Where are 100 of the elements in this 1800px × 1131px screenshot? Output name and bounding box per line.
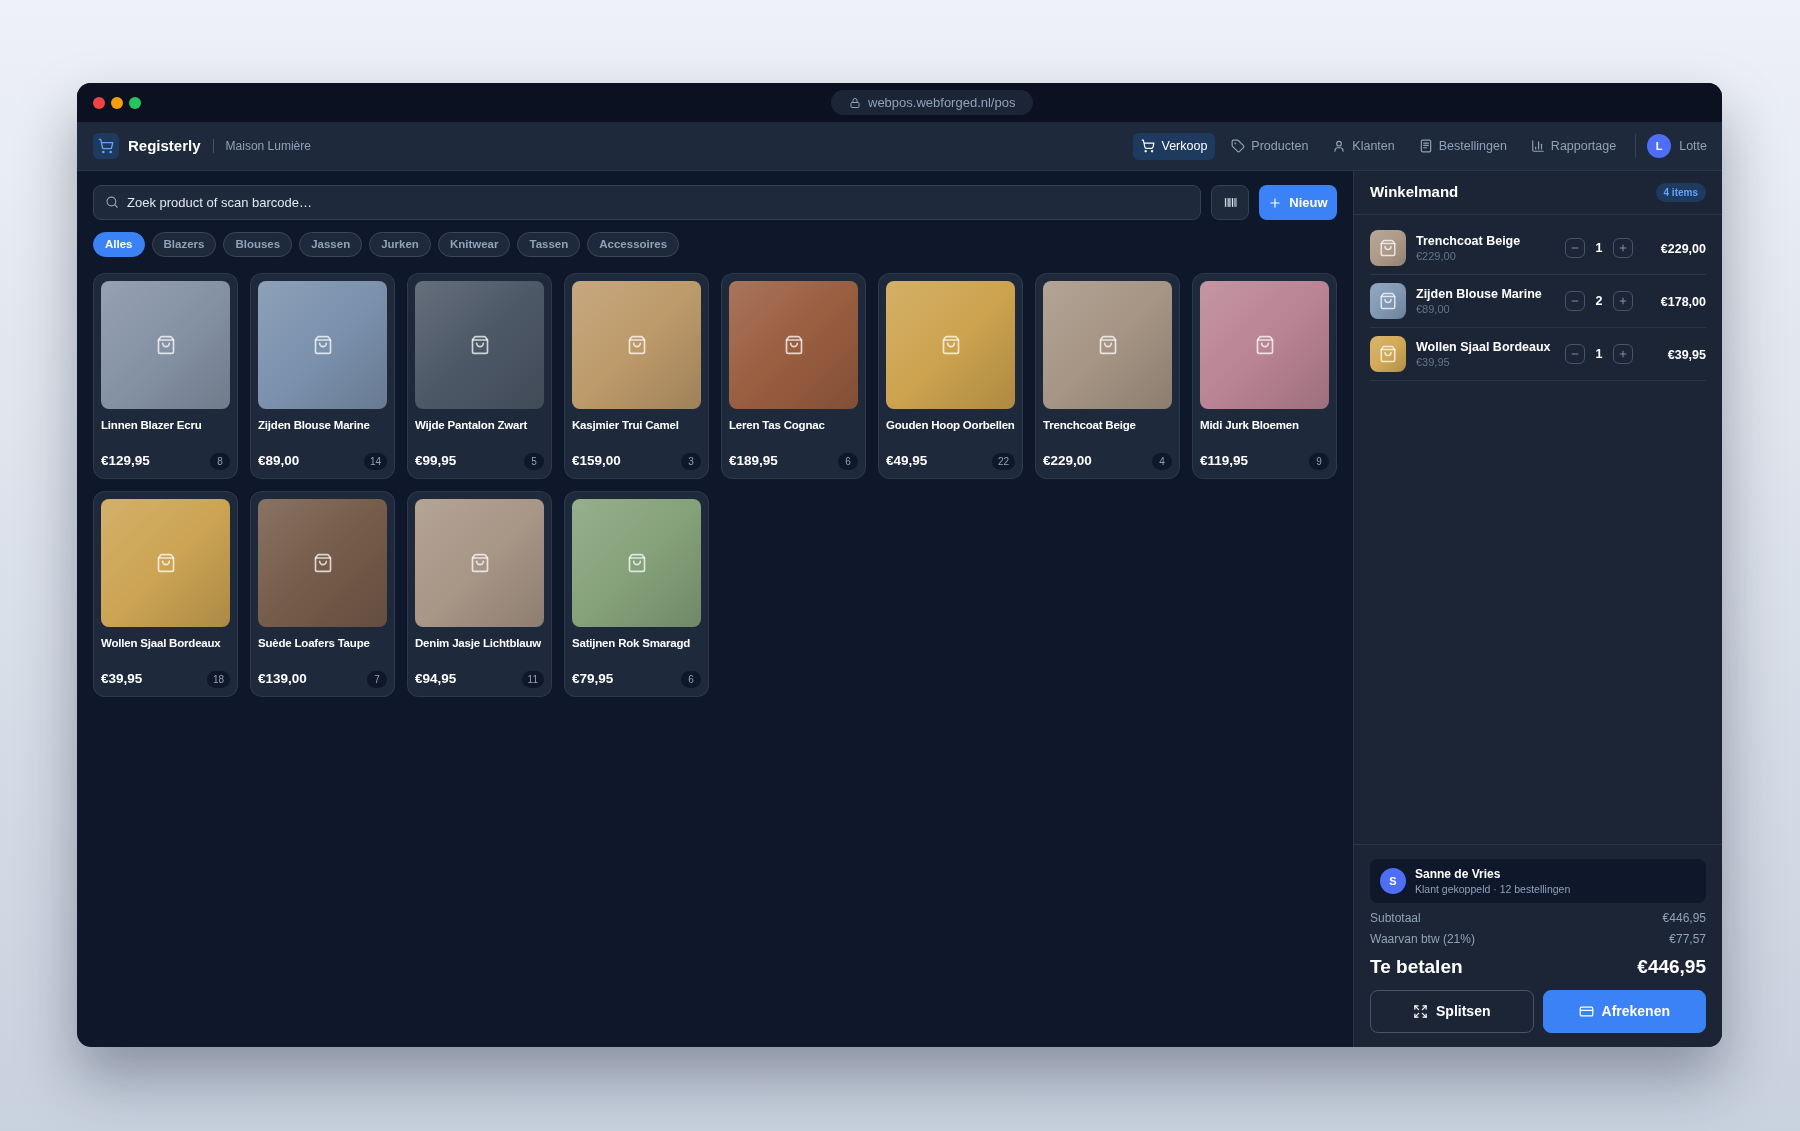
customer-name: Sanne de Vries: [1415, 866, 1502, 882]
category-chip[interactable]: Jassen: [299, 232, 363, 257]
category-chip[interactable]: Accessoires: [587, 232, 680, 257]
user-icon: [1332, 139, 1347, 153]
summary-value: €446,95: [1662, 909, 1706, 927]
line-total: €178,00: [1660, 295, 1706, 309]
product-card[interactable]: Leren Tas Cognac €189,95 6: [721, 273, 866, 479]
new-product-button[interactable]: Nieuw: [1259, 185, 1337, 220]
product-price: €79,95: [572, 670, 614, 688]
cart-icon: [1141, 139, 1156, 153]
product-price: €159,00: [572, 452, 621, 470]
unit-price: €89,00: [1416, 301, 1451, 316]
decrease-quantity-button[interactable]: [1565, 238, 1585, 258]
product-card[interactable]: Trenchcoat Beige €229,00 4: [1035, 273, 1180, 479]
plus-icon: [1618, 296, 1628, 306]
shopping-bag-icon: [1379, 292, 1397, 310]
decrease-quantity-button[interactable]: [1565, 344, 1585, 364]
close-icon[interactable]: [93, 96, 105, 109]
product-name: Suède Loafers Taupe: [258, 637, 370, 649]
shopping-bag-icon: [1254, 335, 1275, 355]
product-card[interactable]: Kasjmier Trui Camel €159,00 3: [564, 273, 709, 479]
nav-tab[interactable]: Producten: [1223, 132, 1317, 160]
address-bar[interactable]: webpos.webforged.nl/pos: [831, 90, 1034, 115]
tag-icon: [1231, 139, 1246, 153]
product-price: €229,00: [1043, 452, 1092, 470]
nav-tab[interactable]: Rapportage: [1522, 132, 1625, 160]
url-text: webpos.webforged.nl/pos: [868, 93, 1016, 112]
product-price: €89,00: [258, 452, 300, 470]
plus-icon: [1268, 195, 1283, 210]
product-name: Trenchcoat Beige: [1043, 419, 1136, 431]
stock-count: 5: [524, 452, 544, 470]
stock-count: 8: [210, 452, 230, 470]
shopping-bag-icon: [626, 335, 647, 355]
product-card[interactable]: Gouden Hoop Oorbellen €49,95 22: [878, 273, 1023, 479]
nav-tab[interactable]: Bestellingen: [1410, 132, 1515, 160]
shopping-bag-icon: [469, 335, 490, 355]
credit-card-icon: [1578, 1004, 1594, 1019]
search-icon: [105, 195, 119, 209]
product-card[interactable]: Midi Jurk Bloemen €119,95 9: [1192, 273, 1337, 479]
quantity-value: 1: [1594, 239, 1604, 257]
customer-card[interactable]: S Sanne de Vries Klant gekoppeld · 12 bestellingen: [1370, 859, 1706, 903]
increase-quantity-button[interactable]: [1613, 344, 1633, 364]
category-chip[interactable]: Knitwear: [437, 232, 511, 257]
product-name: Satijnen Rok Smaragd: [572, 637, 691, 649]
unit-price: €229,00: [1416, 248, 1457, 263]
cart-title: Winkelmand: [1370, 182, 1459, 203]
category-chip[interactable]: Tassen: [517, 232, 581, 257]
user-avatar[interactable]: L: [1647, 134, 1672, 158]
decrease-quantity-button[interactable]: [1565, 291, 1585, 311]
product-name: Leren Tas Cognac: [729, 419, 825, 431]
shopping-bag-icon: [312, 335, 333, 355]
bar-chart-icon: [1530, 139, 1545, 153]
total-value: €446,95: [1637, 954, 1706, 979]
plus-icon: [1618, 243, 1628, 253]
product-card[interactable]: Wollen Sjaal Bordeaux €39,95 18: [93, 491, 238, 697]
increase-quantity-button[interactable]: [1613, 291, 1633, 311]
item-count-badge: 4 items: [1655, 183, 1706, 202]
shopping-bag-icon: [469, 553, 490, 573]
product-card[interactable]: Satijnen Rok Smaragd €79,95 6: [564, 491, 709, 697]
product-card[interactable]: Suède Loafers Taupe €139,00 7: [250, 491, 395, 697]
shopping-bag-icon: [312, 553, 333, 573]
product-price: €139,00: [258, 670, 307, 688]
unit-price: €39,95: [1416, 354, 1451, 369]
shopping-bag-icon: [783, 335, 804, 355]
search-field[interactable]: Zoek product of scan barcode…: [93, 185, 1201, 220]
product-name: Wollen Sjaal Bordeaux: [101, 637, 221, 649]
product-card[interactable]: Zijden Blouse Marine €89,00 14: [250, 273, 395, 479]
product-price: €189,95: [729, 452, 778, 470]
product-name: Linnen Blazer Ecru: [101, 419, 202, 431]
stock-count: 22: [991, 452, 1015, 470]
product-card[interactable]: Linnen Blazer Ecru €129,95 8: [93, 273, 238, 479]
increase-quantity-button[interactable]: [1613, 238, 1633, 258]
split-button[interactable]: Splitsen: [1370, 990, 1534, 1033]
summary-value: €77,57: [1669, 930, 1706, 948]
category-chip[interactable]: Alles: [93, 232, 145, 257]
product-name: Denim Jasje Lichtblauw: [415, 637, 541, 649]
product-price: €94,95: [415, 670, 457, 688]
stock-count: 7: [367, 670, 387, 688]
shopping-bag-icon: [1379, 239, 1397, 257]
category-chip[interactable]: Jurken: [369, 232, 431, 257]
summary-label: Subtotaal: [1370, 909, 1421, 927]
category-chip[interactable]: Blouses: [223, 232, 293, 257]
maximize-icon[interactable]: [129, 96, 141, 109]
checkout-button[interactable]: Afrekenen: [1542, 990, 1706, 1033]
shopping-bag-icon: [155, 553, 176, 573]
nav-tab[interactable]: Verkoop: [1133, 132, 1216, 160]
shopping-bag-icon: [155, 335, 176, 355]
lock-icon: [849, 96, 861, 109]
category-chip[interactable]: Blazers: [151, 232, 217, 257]
customer-detail: Klant gekoppeld · 12 bestellingen: [1415, 881, 1571, 896]
minimize-icon[interactable]: [111, 96, 123, 109]
quantity-value: 1: [1594, 345, 1604, 363]
stock-count: 3: [681, 452, 701, 470]
stock-count: 6: [838, 452, 858, 470]
product-card[interactable]: Wijde Pantalon Zwart €99,95 5: [407, 273, 552, 479]
product-card[interactable]: Denim Jasje Lichtblauw €94,95 11: [407, 491, 552, 697]
total-label: Te betalen: [1370, 954, 1463, 979]
barcode-scan-button[interactable]: [1211, 185, 1249, 220]
product-price: €39,95: [101, 670, 143, 688]
nav-tab[interactable]: Klanten: [1324, 132, 1403, 160]
